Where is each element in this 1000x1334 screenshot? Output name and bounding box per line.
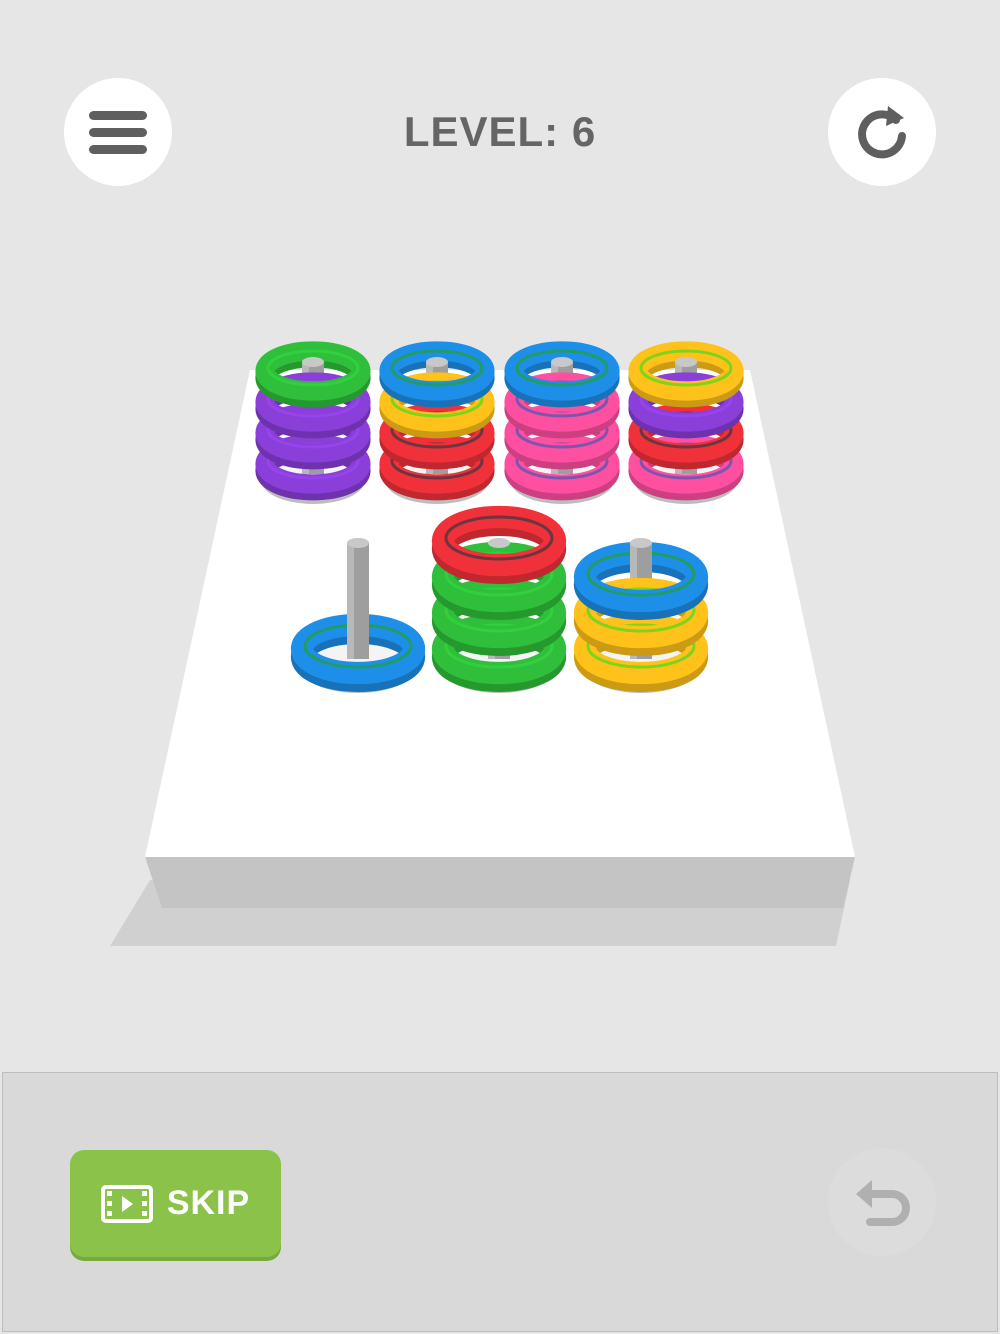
- board-front-side: [145, 857, 855, 908]
- undo-icon: [856, 1180, 910, 1226]
- peg-stack[interactable]: [573, 538, 709, 693]
- peg-stack[interactable]: [255, 341, 371, 504]
- skip-button[interactable]: SKIP: [70, 1150, 281, 1257]
- peg-stack[interactable]: [628, 341, 744, 504]
- undo-button[interactable]: [828, 1148, 936, 1256]
- peg-stack[interactable]: [379, 341, 495, 504]
- restart-button[interactable]: [828, 78, 936, 186]
- skip-label: SKIP: [166, 1184, 251, 1222]
- peg-stack[interactable]: [504, 341, 620, 504]
- restart-icon: [858, 106, 906, 159]
- peg-stack[interactable]: [431, 505, 567, 693]
- video-ad-icon: [100, 1184, 153, 1223]
